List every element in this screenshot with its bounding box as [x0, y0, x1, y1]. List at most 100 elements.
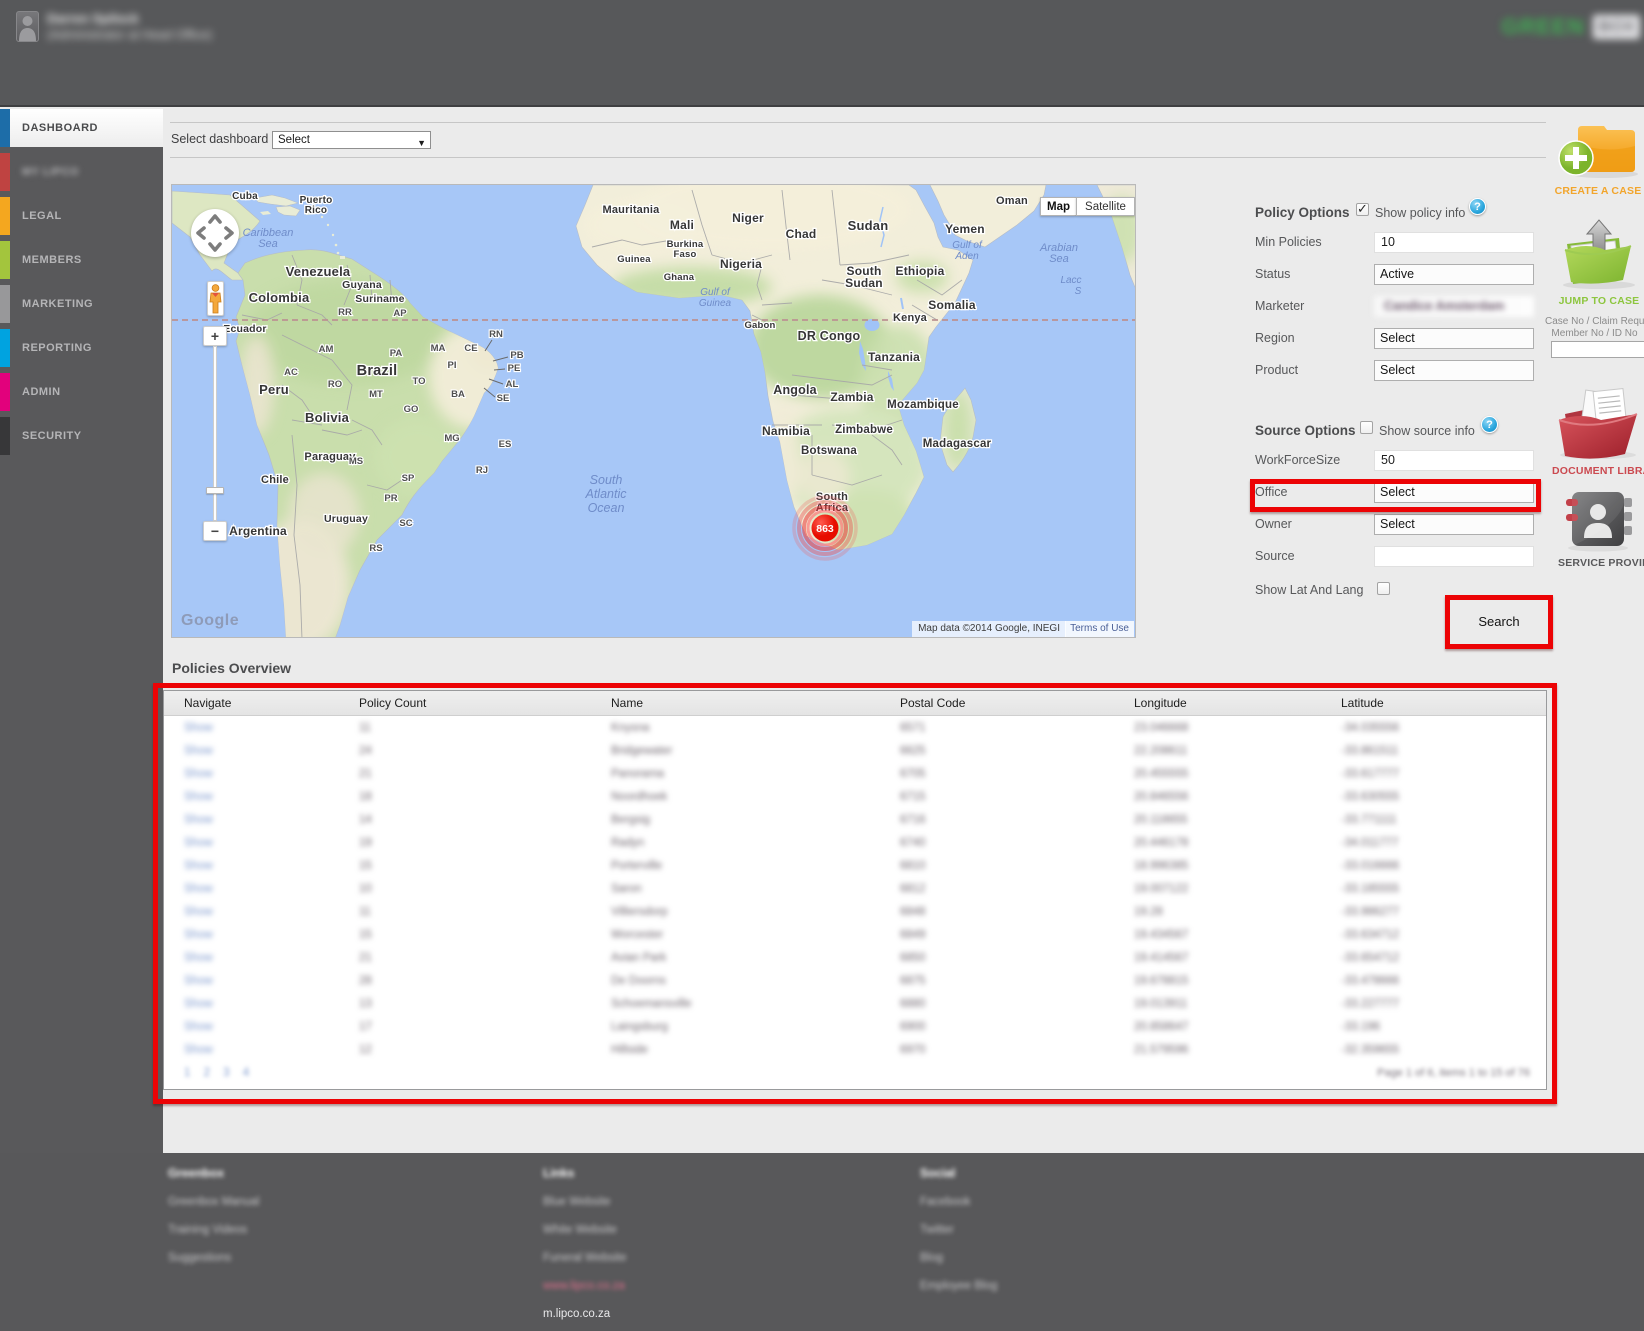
sidebar-item-members[interactable]: MEMBERS: [0, 241, 163, 279]
column-header-navigate[interactable]: Navigate: [184, 691, 231, 716]
sidebar-item-security[interactable]: SECURITY: [0, 417, 163, 455]
table-cell: 28: [359, 975, 372, 987]
table-cell: 20.446178: [1134, 837, 1189, 849]
show-link[interactable]: Show: [184, 1016, 213, 1039]
show-link[interactable]: Show: [184, 947, 213, 970]
footer-link[interactable]: Greenbox Manual: [168, 1196, 259, 1208]
source-help-icon[interactable]: ?: [1481, 416, 1498, 433]
policies-overview-title: Policies Overview: [172, 660, 292, 676]
column-header-name[interactable]: Name: [611, 691, 643, 716]
sidebar-item-label: LEGAL: [22, 210, 62, 222]
footer-link[interactable]: Facebook: [920, 1196, 997, 1208]
sidebar-item-strip: [0, 241, 10, 279]
min-policies-field[interactable]: 10: [1374, 232, 1534, 253]
show-link[interactable]: Show: [184, 740, 213, 763]
dashboard-select[interactable]: Select ▼: [272, 131, 431, 149]
show-source-info-checkbox[interactable]: [1360, 421, 1373, 434]
status-field[interactable]: Active: [1374, 264, 1534, 285]
pan-right-icon[interactable]: [224, 226, 234, 240]
marker-count: 863: [816, 523, 834, 535]
footer-link[interactable]: Funeral Website: [543, 1252, 627, 1264]
owner-field[interactable]: Select: [1374, 514, 1534, 535]
map-label-al: AL: [506, 379, 519, 390]
pan-up-icon[interactable]: [208, 214, 222, 224]
table-cell: Radyn: [611, 837, 645, 849]
service-provider-button[interactable]: SERVICE PROVIDER: [1558, 490, 1644, 569]
show-link[interactable]: Show: [184, 855, 213, 878]
zoom-slider-knob[interactable]: [206, 487, 224, 494]
policy-help-icon[interactable]: ?: [1469, 198, 1486, 215]
google-map[interactable]: Cuba Puerto Rico Venezuela Guyana Suriname Col…: [171, 184, 1136, 638]
table-cell: 22.208611: [1134, 745, 1188, 757]
workforcesize-field[interactable]: 50: [1374, 450, 1534, 471]
map-pan-control[interactable]: [191, 209, 239, 257]
annotation-office-rect: [1250, 479, 1541, 512]
footer-column-title: Greenbox: [168, 1166, 225, 1180]
footer-link[interactable]: Training Videos: [168, 1224, 259, 1236]
case-lookup-input[interactable]: [1551, 341, 1644, 358]
show-link[interactable]: Show: [184, 809, 213, 832]
document-library-button[interactable]: DOCUMENT LIBRARY: [1552, 384, 1644, 477]
table-cell: -33.654712: [1341, 952, 1400, 964]
zoom-track[interactable]: [213, 346, 217, 521]
show-link[interactable]: Show: [184, 786, 213, 809]
show-link[interactable]: Show: [184, 970, 213, 993]
map-label-ce: CE: [464, 343, 477, 354]
show-link[interactable]: Show: [184, 901, 213, 924]
show-link[interactable]: Show: [184, 1039, 213, 1062]
show-lat-lang-checkbox[interactable]: [1377, 582, 1390, 595]
sidebar-item-legal[interactable]: LEGAL: [0, 197, 163, 235]
map-type-map-button[interactable]: Map: [1040, 197, 1076, 216]
show-link[interactable]: Show: [184, 763, 213, 786]
zoom-out-button[interactable]: −: [203, 521, 227, 541]
map-label-brazil: Brazil: [357, 363, 398, 379]
show-policy-info-checkbox[interactable]: ✓: [1356, 201, 1369, 216]
footer-link[interactable]: Twitter: [920, 1224, 997, 1236]
pager-status: Page 1 of 6, items 1 to 15 of 76: [1377, 1067, 1530, 1079]
zoom-in-button[interactable]: +: [203, 326, 227, 346]
show-link[interactable]: Show: [184, 832, 213, 855]
column-header-postal-code[interactable]: Postal Code: [900, 691, 965, 716]
show-link[interactable]: Show: [184, 878, 213, 901]
sidebar-item-admin[interactable]: ADMIN: [0, 373, 163, 411]
column-header-policy-count[interactable]: Policy Count: [359, 691, 426, 716]
map-label-ac: AC: [284, 367, 298, 378]
min-policies-label: Min Policies: [1255, 235, 1322, 249]
footer-link[interactable]: Suggestions: [168, 1252, 259, 1264]
region-field[interactable]: Select: [1374, 328, 1534, 349]
show-link[interactable]: Show: [184, 717, 213, 740]
footer-link-mobile-site[interactable]: m.lipco.co.za: [543, 1308, 627, 1320]
pan-down-icon[interactable]: [208, 242, 222, 252]
map-marker[interactable]: 863: [792, 495, 858, 561]
chevron-down-icon: ▼: [417, 138, 426, 148]
show-link[interactable]: Show: [184, 993, 213, 1016]
jump-case-button[interactable]: JUMP TO CASE: [1556, 212, 1642, 307]
footer-link[interactable]: White Website: [543, 1224, 627, 1236]
map-label-mauritania: Mauritania: [602, 204, 660, 216]
pager-page-links[interactable]: 1 2 3 4: [184, 1067, 250, 1079]
top-header: Darren Spilock (Administrator at Head Of…: [0, 0, 1644, 107]
footer-link[interactable]: www.lipco.co.za: [543, 1280, 627, 1292]
show-link[interactable]: Show: [184, 924, 213, 947]
pegman-control[interactable]: [207, 281, 224, 316]
column-header-longitude[interactable]: Longitude: [1134, 691, 1187, 716]
sidebar-item-dashboard[interactable]: DASHBOARD: [0, 109, 163, 147]
sidebar-item-reporting[interactable]: REPORTING: [0, 329, 163, 367]
map-label-ghana: Ghana: [664, 272, 695, 283]
column-header-latitude[interactable]: Latitude: [1341, 691, 1384, 716]
footer-link[interactable]: Blog: [920, 1252, 997, 1264]
footer-link[interactable]: Blue Website: [543, 1196, 627, 1208]
sidebar-item-my-lipco[interactable]: MY LIPCO: [0, 153, 163, 191]
map-type-satellite-button[interactable]: Satellite: [1076, 197, 1135, 216]
product-field[interactable]: Select: [1374, 360, 1534, 381]
pan-left-icon[interactable]: [196, 226, 206, 240]
map-label-sudan: Sudan: [845, 276, 883, 290]
create-case-button[interactable]: CREATE A CASE: [1552, 118, 1644, 197]
map-label-rj: RJ: [476, 465, 488, 476]
user-name: Darren Spilock: [47, 11, 139, 26]
map-terms-link[interactable]: Terms of Use: [1065, 621, 1134, 637]
sidebar-item-marketing[interactable]: MARKETING: [0, 285, 163, 323]
footer-link[interactable]: Employee Blog: [920, 1280, 997, 1292]
source-field[interactable]: [1374, 546, 1534, 567]
marketer-field[interactable]: Candice Amsterdam: [1374, 296, 1534, 317]
